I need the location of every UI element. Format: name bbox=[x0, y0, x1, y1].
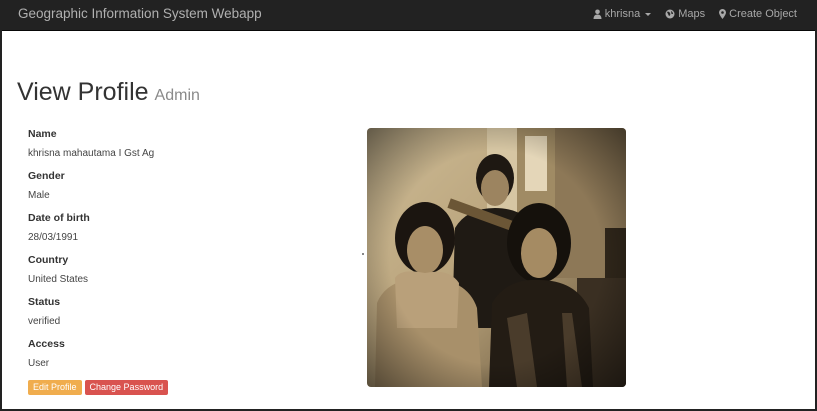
create-object-link[interactable]: Create Object bbox=[719, 8, 797, 20]
profile-details: Name khrisna mahautama I Gst Ag Gender M… bbox=[28, 128, 328, 380]
profile-photo-image bbox=[367, 128, 626, 387]
user-icon bbox=[593, 9, 602, 19]
access-value: User bbox=[28, 358, 50, 369]
name-value: khrisna mahautama I Gst Ag bbox=[28, 148, 155, 159]
map-marker-icon bbox=[719, 9, 727, 19]
globe-icon bbox=[665, 9, 675, 19]
profile-actions: Edit Profile Change Password bbox=[28, 380, 169, 395]
page-title-text: View Profile bbox=[17, 78, 149, 106]
page-subtitle: Admin bbox=[154, 87, 200, 104]
gender-value: Male bbox=[28, 190, 50, 201]
create-object-label: Create Object bbox=[729, 8, 797, 20]
app-brand[interactable]: Geographic Information System Webapp bbox=[18, 6, 262, 21]
country-value: United States bbox=[28, 274, 89, 285]
country-label: Country bbox=[28, 254, 69, 266]
profile-photo bbox=[367, 128, 626, 387]
gender-label: Gender bbox=[28, 170, 65, 182]
user-menu-dropdown[interactable]: khrisna bbox=[593, 8, 652, 20]
top-navbar: Geographic Information System Webapp khr… bbox=[2, 2, 815, 31]
status-value: verified bbox=[28, 316, 61, 327]
dob-label: Date of birth bbox=[28, 212, 90, 224]
page-title: View Profile Admin bbox=[17, 78, 200, 107]
dob-value: 28/03/1991 bbox=[28, 232, 79, 243]
stray-dot bbox=[362, 253, 364, 255]
edit-profile-button[interactable]: Edit Profile bbox=[28, 380, 82, 395]
caret-down-icon bbox=[645, 12, 652, 16]
maps-link[interactable]: Maps bbox=[665, 8, 705, 20]
access-label: Access bbox=[28, 338, 65, 350]
user-menu-label: khrisna bbox=[604, 8, 641, 20]
navbar-right-menu: khrisna Maps Create Object bbox=[579, 8, 797, 20]
maps-label: Maps bbox=[678, 8, 706, 20]
name-label: Name bbox=[28, 128, 57, 140]
change-password-button[interactable]: Change Password bbox=[84, 380, 169, 395]
status-label: Status bbox=[28, 296, 61, 308]
